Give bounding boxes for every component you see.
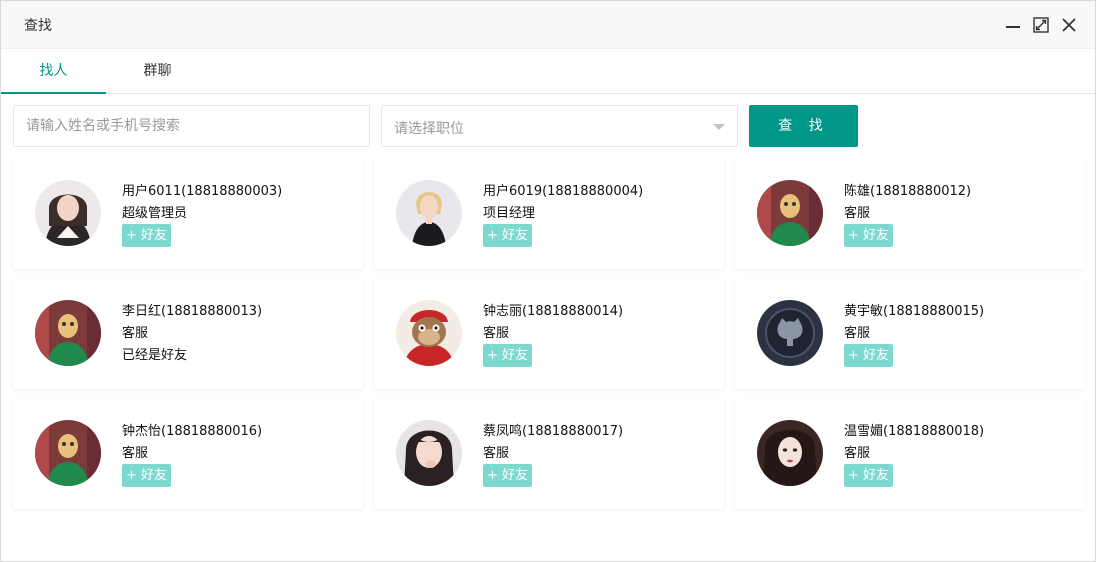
find-button[interactable]: 查 找 [749,105,858,147]
user-role: 客服 [122,446,149,461]
user-card: 黄宇敏(18818880015) 客服 + 好友 [735,277,1085,389]
user-role: 客服 [844,446,871,461]
user-card: 李日红(18818880013) 客服 已经是好友 [13,277,363,389]
user-card: 钟志丽(18818880014) 客服 + 好友 [374,277,724,389]
user-role: 客服 [844,206,871,221]
user-name: 用户6019(18818880004) [483,184,644,199]
search-input[interactable] [13,105,370,147]
user-avatar [757,420,823,486]
user-avatar [35,420,101,486]
position-select-placeholder: 请选择职位 [394,121,464,137]
add-friend-button[interactable]: + 好友 [122,224,171,247]
user-name: 钟杰怡(18818880016) [122,424,263,439]
add-friend-button[interactable]: + 好友 [844,464,893,487]
user-role: 客服 [844,326,871,341]
user-avatar [396,420,462,486]
chevron-down-icon [713,124,725,130]
user-role: 客服 [483,446,510,461]
add-friend-button[interactable]: + 好友 [483,224,532,247]
user-name: 温雪媚(18818880018) [844,424,985,439]
user-avatar [757,300,823,366]
user-name: 黄宇敏(18818880015) [844,304,985,319]
user-name: 陈雄(18818880012) [844,184,972,199]
maximize-icon[interactable] [1032,16,1050,34]
user-role: 客服 [122,326,149,341]
already-friend-status: 已经是好友 [122,348,188,363]
user-role: 超级管理员 [122,206,188,221]
user-card: 温雪媚(18818880018) 客服 + 好友 [735,397,1085,509]
user-card: 用户6011(18818880003) 超级管理员 + 好友 [13,157,363,269]
user-card: 蔡凤鸣(18818880017) 客服 + 好友 [374,397,724,509]
add-friend-button[interactable]: + 好友 [844,224,893,247]
title-bar: 查找 [1,1,1095,49]
add-friend-button[interactable]: + 好友 [483,344,532,367]
add-friend-button[interactable]: + 好友 [844,344,893,367]
add-friend-button[interactable]: + 好友 [483,464,532,487]
add-friend-button[interactable]: + 好友 [122,464,171,487]
user-avatar [396,180,462,246]
user-name: 李日红(18818880013) [122,304,263,319]
tab-group-chat[interactable]: 群聊 [106,49,209,94]
minimize-icon[interactable] [1004,16,1022,34]
user-role: 项目经理 [483,206,536,221]
tab-find-people[interactable]: 找人 [1,49,106,94]
position-select[interactable]: 请选择职位 [381,105,738,147]
user-role: 客服 [483,326,510,341]
user-card: 用户6019(18818880004) 项目经理 + 好友 [374,157,724,269]
user-avatar [396,300,462,366]
user-avatar [35,180,101,246]
window-title: 查找 [24,18,52,34]
user-avatar [757,180,823,246]
close-icon[interactable] [1060,16,1078,34]
user-name: 蔡凤鸣(18818880017) [483,424,624,439]
user-avatar [35,300,101,366]
user-name: 用户6011(18818880003) [122,184,283,199]
tab-bar: 找人 群聊 [1,49,1095,94]
find-window: 查找 找人 群聊 请选择职位 查 找 [0,0,1096,562]
user-name: 钟志丽(18818880014) [483,304,624,319]
user-card: 钟杰怡(18818880016) 客服 + 好友 [13,397,363,509]
user-card: 陈雄(18818880012) 客服 + 好友 [735,157,1085,269]
